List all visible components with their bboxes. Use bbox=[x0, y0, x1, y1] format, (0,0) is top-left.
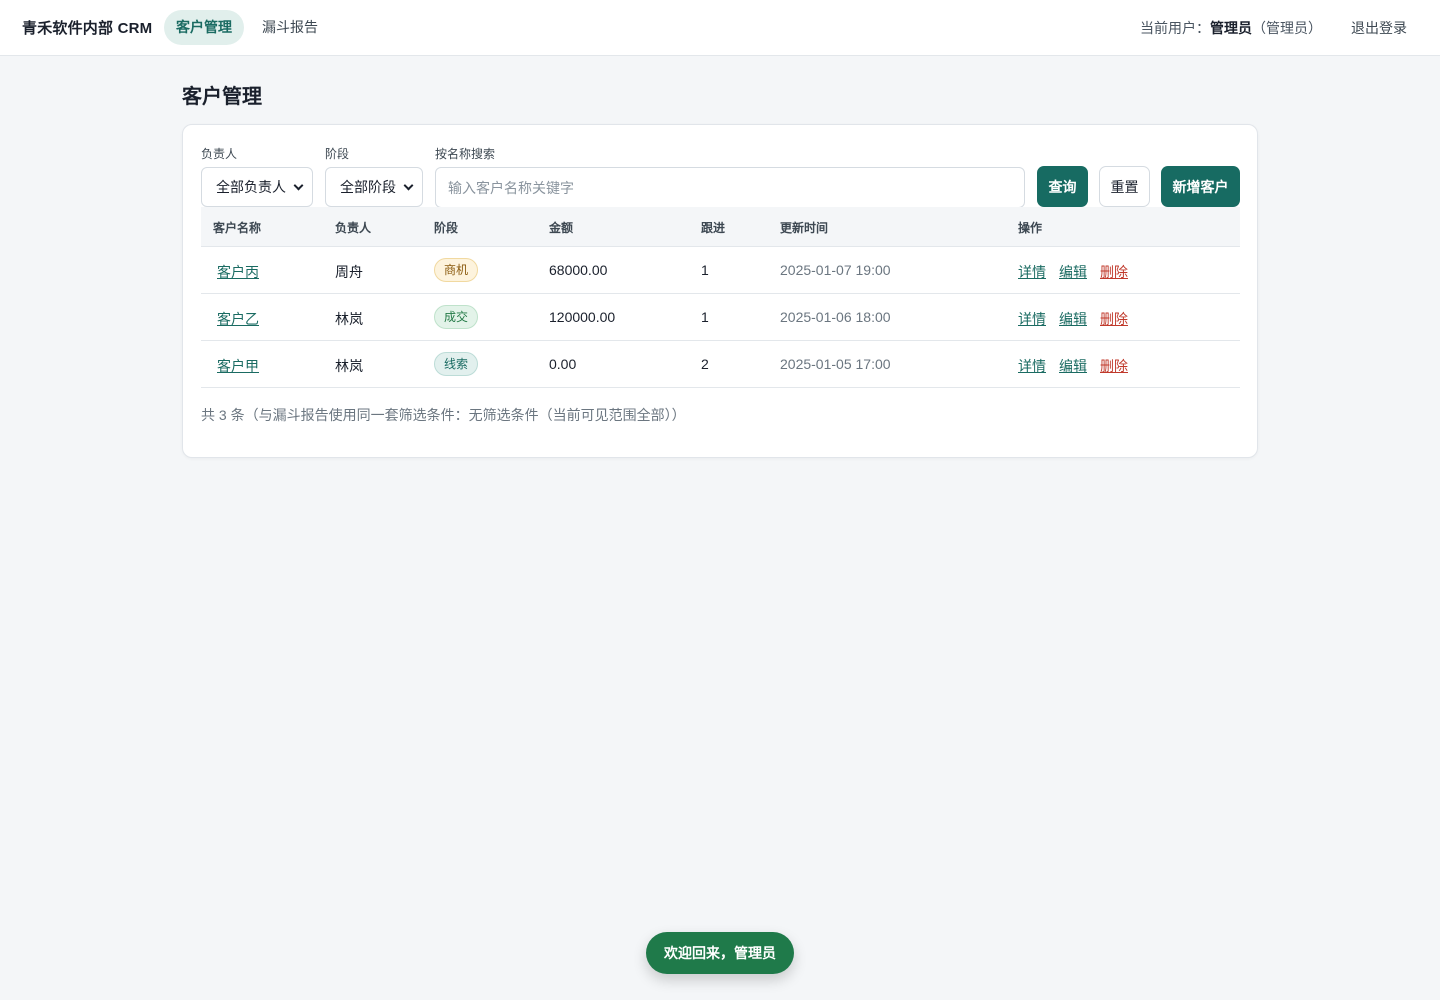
page-title: 客户管理 bbox=[182, 86, 262, 108]
app-brand: 青禾软件内部 CRM bbox=[22, 20, 153, 37]
delete-link[interactable]: 删除 bbox=[1100, 264, 1128, 280]
search-label: 按名称搜索 bbox=[435, 147, 496, 161]
updated-time-cell: 2025-01-05 17:00 bbox=[780, 356, 891, 372]
owner-select-value: 全部负责人 bbox=[216, 179, 286, 195]
customer-name-link[interactable]: 客户丙 bbox=[217, 262, 259, 282]
detail-link[interactable]: 详情 bbox=[1018, 358, 1046, 374]
row-actions: 详情 编辑 删除 bbox=[1018, 262, 1141, 282]
stage-badge: 成交 bbox=[434, 305, 479, 329]
updated-time-cell: 2025-01-06 18:00 bbox=[780, 309, 891, 325]
column-header-actions: 操作 bbox=[1018, 221, 1043, 235]
table-row: 客户甲 林岚 线索 0.00 2 2025-01-05 17:00 详情 编辑 删除 bbox=[201, 341, 1240, 388]
column-header-amount: 金额 bbox=[549, 221, 574, 235]
nav-tab-funnel-report[interactable]: 漏斗报告 bbox=[250, 10, 330, 45]
row-actions: 详情 编辑 删除 bbox=[1018, 309, 1141, 329]
owner-filter-label: 负责人 bbox=[201, 147, 238, 161]
welcome-toast: 欢迎回来，管理员 bbox=[646, 932, 794, 974]
current-user-info: 当前用户：管理员（管理员） bbox=[1140, 18, 1322, 38]
query-button[interactable]: 查询 bbox=[1037, 166, 1088, 207]
add-customer-button[interactable]: 新增客户 bbox=[1161, 166, 1240, 207]
table-row: 客户乙 林岚 成交 120000.00 1 2025-01-06 18:00 详… bbox=[201, 294, 1240, 341]
column-header-name: 客户名称 bbox=[213, 221, 262, 235]
stage-filter-label: 阶段 bbox=[325, 147, 350, 161]
customer-name-link[interactable]: 客户乙 bbox=[217, 309, 259, 329]
delete-link[interactable]: 删除 bbox=[1100, 358, 1128, 374]
column-header-stage: 阶段 bbox=[434, 221, 459, 235]
table-row: 客户丙 周舟 商机 68000.00 1 2025-01-07 19:00 详情… bbox=[201, 247, 1240, 294]
table-header: 客户名称 负责人 阶段 金额 跟进 更新时间 操作 bbox=[201, 207, 1240, 247]
amount-cell: 68000.00 bbox=[549, 262, 608, 278]
follow-cell: 1 bbox=[701, 262, 709, 278]
stage-select[interactable]: 全部阶段 bbox=[325, 167, 423, 207]
owner-select[interactable]: 全部负责人 bbox=[201, 167, 313, 207]
logout-link[interactable]: 退出登录 bbox=[1351, 18, 1407, 38]
owner-cell: 林岚 bbox=[335, 358, 363, 374]
top-nav: 青禾软件内部 CRM 客户管理 漏斗报告 当前用户：管理员（管理员） 退出登录 bbox=[0, 0, 1440, 56]
reset-button[interactable]: 重置 bbox=[1099, 166, 1150, 207]
customer-table: 客户名称 负责人 阶段 金额 跟进 更新时间 操作 客户丙 周舟 商机 6800… bbox=[201, 207, 1240, 388]
customer-name-link[interactable]: 客户甲 bbox=[217, 356, 259, 376]
column-header-follow: 跟进 bbox=[701, 221, 726, 235]
edit-link[interactable]: 编辑 bbox=[1059, 264, 1087, 280]
amount-cell: 120000.00 bbox=[549, 309, 616, 325]
edit-link[interactable]: 编辑 bbox=[1059, 358, 1087, 374]
stage-badge: 商机 bbox=[434, 258, 479, 282]
column-header-updated: 更新时间 bbox=[780, 221, 829, 235]
column-header-owner: 负责人 bbox=[335, 221, 372, 235]
edit-link[interactable]: 编辑 bbox=[1059, 311, 1087, 327]
delete-link[interactable]: 删除 bbox=[1100, 311, 1128, 327]
chevron-down-icon bbox=[293, 180, 304, 190]
updated-time-cell: 2025-01-07 19:00 bbox=[780, 262, 891, 278]
amount-cell: 0.00 bbox=[549, 356, 577, 372]
owner-cell: 林岚 bbox=[335, 311, 363, 327]
follow-cell: 2 bbox=[701, 356, 709, 372]
current-user-name: 管理员 bbox=[1210, 20, 1252, 36]
stage-select-value: 全部阶段 bbox=[340, 179, 396, 195]
row-actions: 详情 编辑 删除 bbox=[1018, 356, 1141, 376]
current-user-role: （管理员） bbox=[1252, 20, 1322, 36]
result-summary: 共 3 条（与漏斗报告使用同一套筛选条件：无筛选条件（当前可见范围全部）） bbox=[201, 407, 686, 423]
owner-cell: 周舟 bbox=[335, 264, 363, 280]
chevron-down-icon bbox=[403, 180, 414, 190]
search-input[interactable] bbox=[435, 167, 1025, 208]
stage-badge: 线索 bbox=[434, 352, 479, 376]
follow-cell: 1 bbox=[701, 309, 709, 325]
current-user-prefix: 当前用户： bbox=[1140, 20, 1210, 36]
detail-link[interactable]: 详情 bbox=[1018, 264, 1046, 280]
nav-tab-customers[interactable]: 客户管理 bbox=[164, 10, 244, 45]
customer-card: 负责人 全部负责人 阶段 全部阶段 按名称搜索 查询 重置 新增客户 客户名称 … bbox=[182, 124, 1258, 458]
detail-link[interactable]: 详情 bbox=[1018, 311, 1046, 327]
